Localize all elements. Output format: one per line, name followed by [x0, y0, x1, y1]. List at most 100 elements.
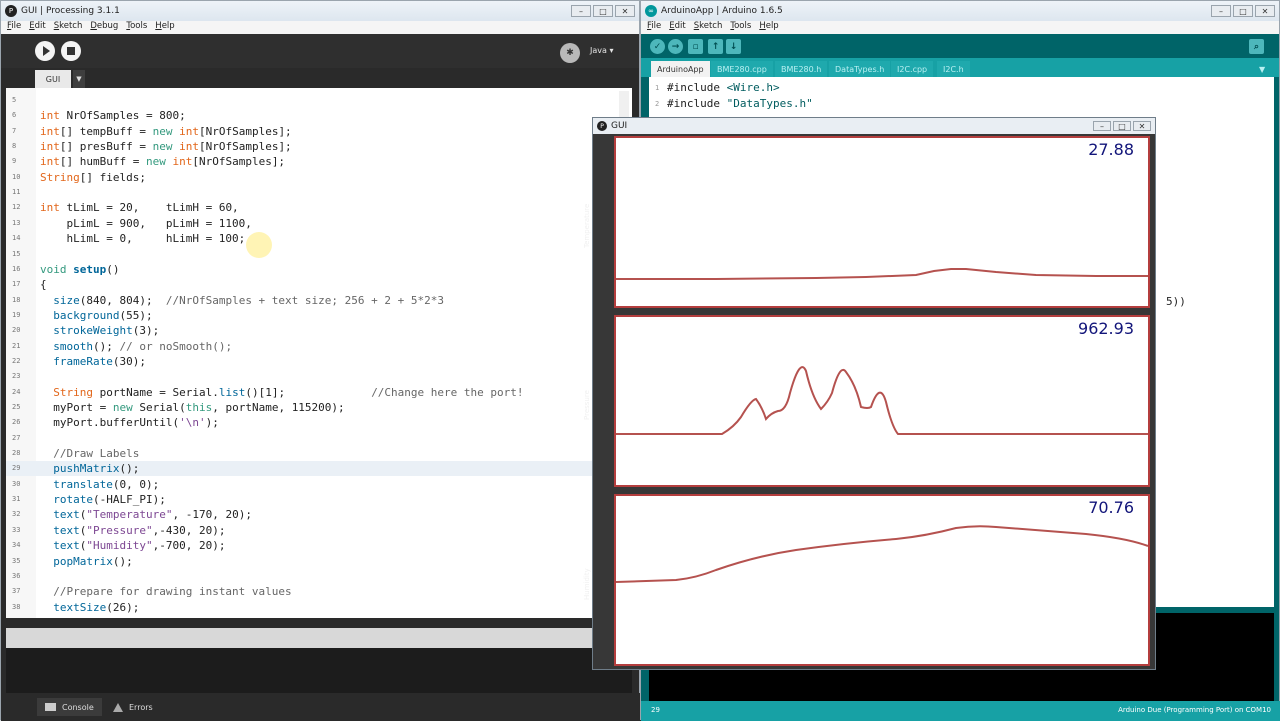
tab-bme280-h[interactable]: BME280.h — [775, 61, 828, 77]
menu-sketch[interactable]: Sketch — [694, 21, 723, 34]
code-token: NrOfSamples = 800; — [59, 109, 186, 123]
save-button[interactable]: ↓ — [726, 39, 741, 54]
code-line: 11 — [6, 185, 632, 200]
menu-edit[interactable]: Edit — [29, 21, 45, 34]
processing-titlebar[interactable]: P GUI | Processing 3.1.1 – □ ✕ — [1, 1, 639, 21]
tab-i2c-cpp[interactable]: I2C.cpp — [891, 61, 934, 77]
code-token: ,-700, 20); — [152, 539, 226, 553]
code-line: 25 myPort = new Serial(this, portName, 1… — [6, 400, 632, 415]
code-token: //Change here the port! — [371, 385, 524, 399]
console-divider[interactable] — [6, 628, 632, 648]
code-token: popMatrix — [53, 554, 113, 568]
line-number: 21 — [12, 341, 21, 350]
code-token: new — [112, 401, 133, 414]
code-token: int — [40, 155, 60, 169]
code-line: 15 — [6, 247, 632, 262]
line-number: 29 — [12, 464, 21, 473]
code-token: (-HALF_PI); — [93, 493, 166, 507]
code-token: text — [53, 508, 80, 522]
code-token: ()[1]; — [245, 385, 372, 399]
code-text: frameRate(30); — [40, 354, 146, 369]
line-number: 17 — [12, 280, 21, 289]
menu-file[interactable]: File — [7, 21, 21, 34]
code-token: (3); — [132, 324, 160, 338]
code-line: 18 size(840, 804); //NrOfSamples + text … — [6, 293, 632, 308]
code-text: String portName = Serial.list()[1]; //Ch… — [40, 385, 524, 400]
menu-help[interactable]: Help — [759, 21, 778, 34]
code-text: int[] presBuff = new int[NrOfSamples]; — [40, 139, 292, 154]
arrow-right-icon: → — [671, 41, 680, 52]
arduino-titlebar[interactable]: ∞ ArduinoApp | Arduino 1.6.5 – □ ✕ — [641, 1, 1279, 21]
tab-menu-arrow[interactable]: ▼ — [73, 70, 85, 88]
code-token: String — [40, 170, 80, 184]
humidity-plot-line — [616, 525, 1148, 583]
maximize-button[interactable]: □ — [593, 5, 613, 17]
tab-errors[interactable]: Errors — [105, 698, 161, 716]
code-line: 17 { — [6, 277, 632, 292]
tab-menu-arrow[interactable]: ▼ — [1253, 61, 1272, 77]
code-token: //NrOfSamples + text size; 256 + 2 + 5*2… — [165, 293, 444, 307]
tab-console[interactable]: Console — [37, 698, 102, 716]
tab-arduinoapp[interactable]: ArduinoApp — [651, 61, 710, 77]
close-button[interactable]: ✕ — [1133, 121, 1151, 131]
tab-bme280-cpp[interactable]: BME280.cpp — [711, 61, 773, 77]
code-line: 21 smooth(); // or noSmooth(); — [6, 339, 632, 354]
verify-button[interactable]: ✓ — [650, 39, 665, 54]
code-token: ,-430, 20); — [152, 523, 226, 537]
maximize-button[interactable]: □ — [1113, 121, 1131, 131]
maximize-button[interactable]: □ — [1233, 5, 1253, 17]
minimize-button[interactable]: – — [1211, 5, 1231, 17]
debug-button[interactable]: ✱ — [560, 43, 580, 63]
minimize-button[interactable]: – — [1093, 121, 1111, 131]
code-token: (55); — [119, 308, 153, 322]
serial-monitor-button[interactable]: ⌕ — [1249, 39, 1264, 54]
bug-icon: ✱ — [566, 48, 574, 58]
code-token: text — [53, 539, 80, 553]
menu-help[interactable]: Help — [155, 21, 174, 34]
humidity-plot: 70.76 — [614, 494, 1150, 666]
code-line: 30 translate(0, 0); — [6, 477, 632, 492]
code-token: //Draw Labels — [53, 447, 140, 461]
minimize-button[interactable]: – — [571, 5, 591, 17]
line-number: 13 — [12, 218, 21, 227]
line-number: 27 — [12, 433, 21, 442]
menu-sketch[interactable]: Sketch — [54, 21, 83, 34]
tab-gui[interactable]: GUI — [35, 70, 71, 88]
mode-selector[interactable]: Java ▾ — [590, 46, 613, 55]
line-number: 11 — [12, 188, 21, 197]
line-number: 7 — [12, 126, 17, 135]
code-text: int[] humBuff = new int[NrOfSamples]; — [40, 154, 285, 169]
code-token: portName = Serial. — [93, 385, 219, 399]
console-icon — [45, 703, 56, 711]
run-button[interactable] — [35, 41, 55, 61]
close-button[interactable]: ✕ — [615, 5, 635, 17]
code-token: #include — [667, 81, 727, 94]
menu-file[interactable]: File — [647, 21, 661, 34]
line-number: 31 — [12, 495, 21, 504]
tab-datatypes-h[interactable]: DataTypes.h — [829, 61, 891, 77]
stop-button[interactable] — [61, 41, 81, 61]
menu-debug[interactable]: Debug — [90, 21, 118, 34]
line-number: 16 — [12, 264, 21, 273]
code-token: [] fields; — [79, 170, 146, 184]
line-number: 38 — [12, 602, 21, 611]
code-text: pLimL = 900, pLimH = 1100, — [40, 216, 251, 231]
code-token: pushMatrix — [53, 462, 120, 476]
gui-titlebar[interactable]: P GUI – □ ✕ — [593, 118, 1155, 134]
close-button[interactable]: ✕ — [1255, 5, 1275, 17]
code-token: (RIGHT); — [113, 616, 166, 618]
menu-edit[interactable]: Edit — [669, 21, 685, 34]
code-editor[interactable]: 5 6 int NrOfSamples = 800; 7 int[] tempBuff … — [6, 88, 632, 618]
temperature-plot: 27.88 — [614, 136, 1150, 308]
menu-tools[interactable]: Tools — [730, 21, 751, 34]
console-output — [6, 648, 632, 693]
new-button[interactable]: ▫ — [688, 39, 703, 54]
upload-button[interactable]: → — [668, 39, 683, 54]
open-button[interactable]: ↑ — [708, 39, 723, 54]
code-token: int — [40, 201, 60, 215]
console-tabbar: Console Errors — [1, 693, 641, 721]
menu-tools[interactable]: Tools — [126, 21, 147, 34]
tab-i2c-h[interactable]: I2C.h — [937, 61, 970, 77]
